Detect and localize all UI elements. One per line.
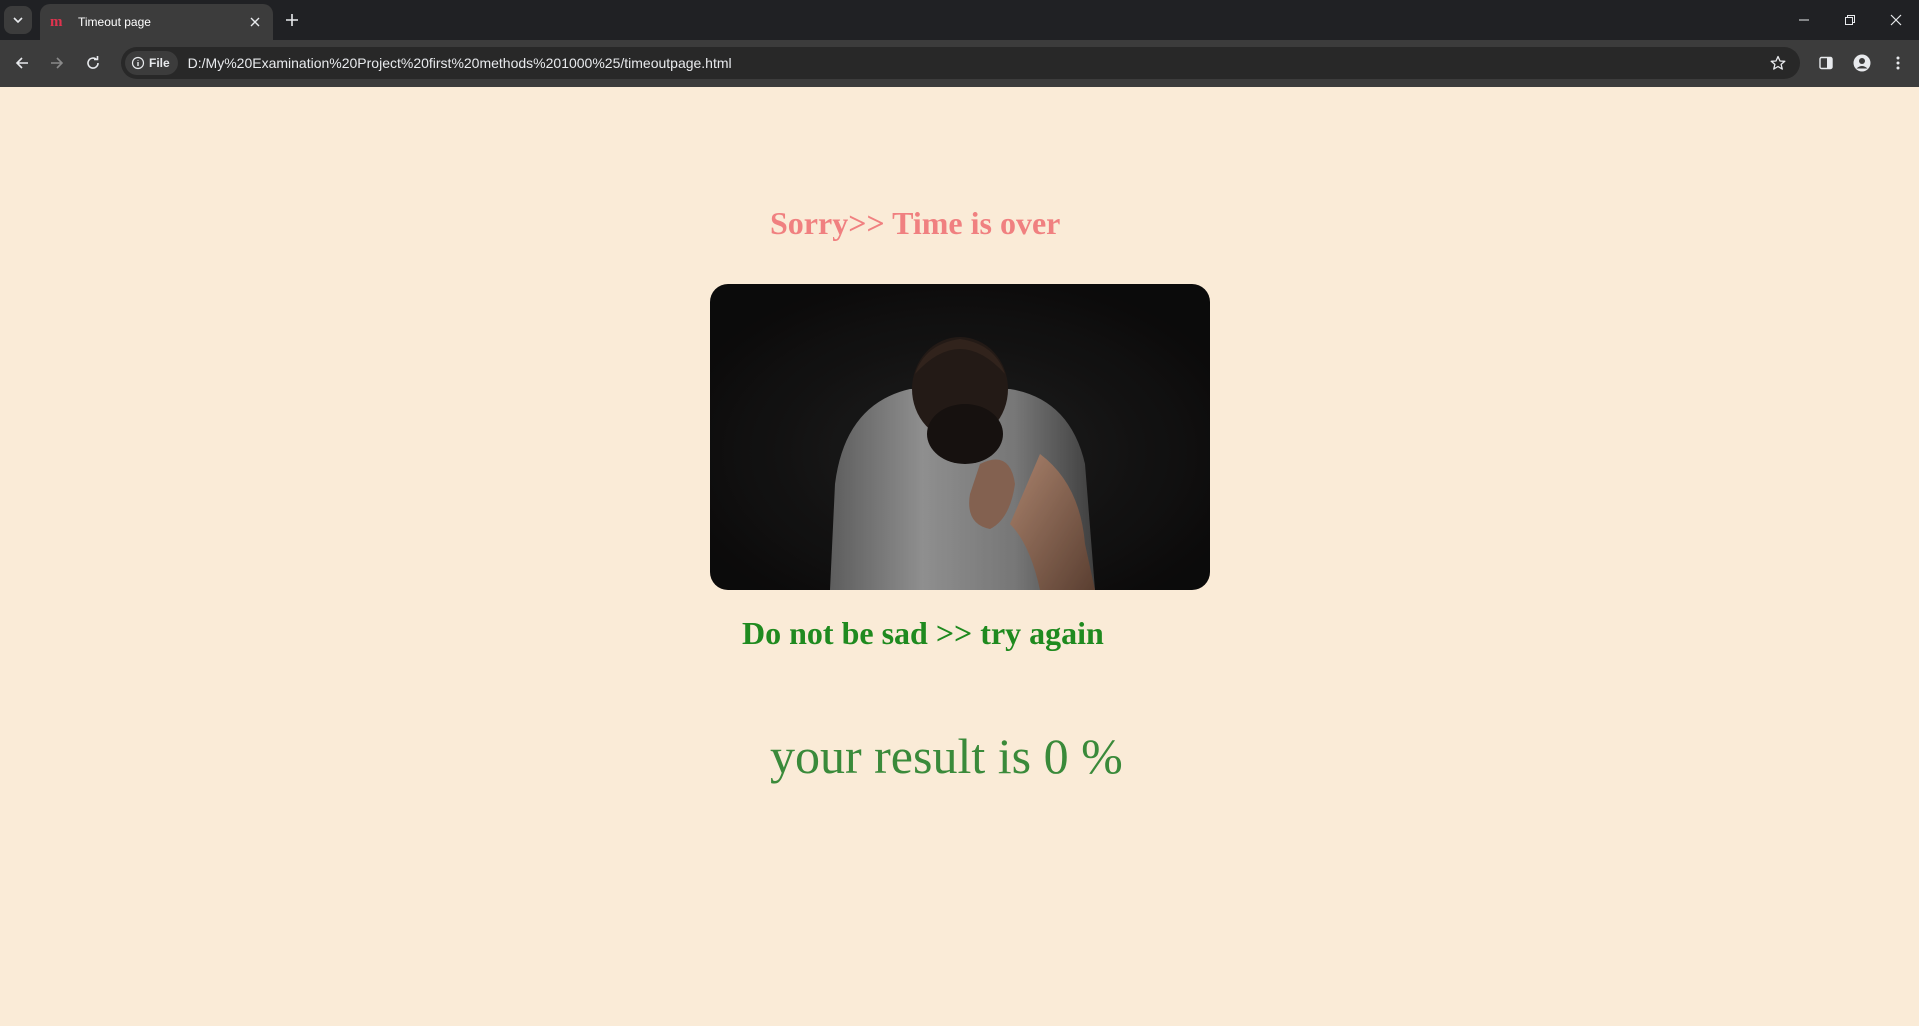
site-info-label: File	[149, 56, 170, 70]
sad-man-photo-icon	[710, 284, 1210, 590]
info-icon	[131, 56, 145, 70]
try-again-heading: Do not be sad >> try again	[742, 615, 1104, 651]
close-icon	[1890, 14, 1902, 26]
window-controls	[1781, 0, 1919, 40]
site-info-chip[interactable]: File	[125, 51, 178, 75]
star-icon	[1770, 55, 1786, 70]
tab-title: Timeout page	[78, 15, 151, 29]
arrow-left-icon	[15, 57, 28, 69]
profile-icon	[1853, 54, 1871, 72]
sorry-heading: Sorry>> Time is over	[770, 205, 1061, 241]
browser-title-bar: m Timeout page	[0, 0, 1919, 40]
browser-tab[interactable]: m Timeout page	[40, 4, 273, 40]
side-panel-button[interactable]	[1814, 51, 1838, 75]
forward-button[interactable]	[45, 51, 69, 75]
reload-icon	[87, 56, 99, 69]
restore-icon	[1845, 15, 1855, 25]
address-bar[interactable]: File D:/My%20Examination%20Project%20fir…	[121, 47, 1800, 79]
minimize-button[interactable]	[1781, 0, 1827, 40]
restore-button[interactable]	[1827, 0, 1873, 40]
menu-button[interactable]	[1886, 51, 1910, 75]
url-text[interactable]: D:/My%20Examination%20Project%20first%20…	[188, 55, 732, 71]
page-content: Sorry>> Time is over Do not be sad >> tr…	[0, 87, 1919, 1026]
tab-search-button[interactable]	[4, 6, 32, 34]
profile-button[interactable]	[1850, 51, 1874, 75]
chevron-down-icon	[13, 17, 23, 24]
reload-button[interactable]	[81, 51, 105, 75]
minimize-icon	[1799, 19, 1809, 21]
favicon-icon: m	[50, 14, 63, 30]
close-window-button[interactable]	[1873, 0, 1919, 40]
back-button[interactable]	[10, 51, 34, 75]
browser-toolbar: File D:/My%20Examination%20Project%20fir…	[0, 40, 1919, 87]
sad-man-photo	[710, 284, 1210, 590]
close-icon	[250, 17, 260, 27]
arrow-right-icon	[51, 57, 64, 69]
more-vert-icon	[1896, 56, 1900, 70]
plus-icon	[286, 14, 298, 26]
side-panel-icon	[1819, 56, 1833, 70]
tab-close-button[interactable]	[247, 14, 263, 30]
new-tab-button[interactable]	[280, 8, 304, 32]
result-text: your result is 0 %	[770, 728, 1123, 784]
bookmark-button[interactable]	[1766, 51, 1790, 75]
